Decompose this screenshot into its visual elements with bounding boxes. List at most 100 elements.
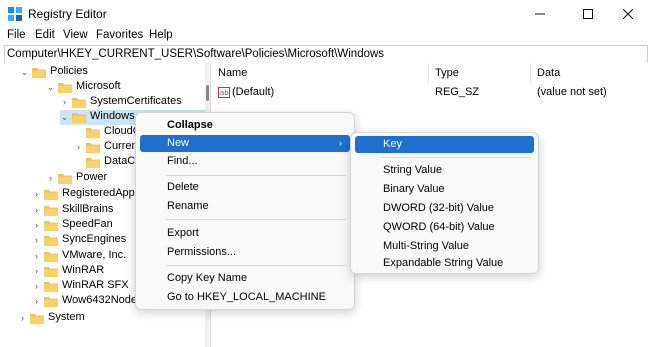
tree-item-label: System — [48, 311, 85, 323]
menu-rename[interactable]: Rename — [140, 198, 350, 215]
menu-separator — [166, 265, 346, 266]
submenu-string-value[interactable]: String Value — [355, 162, 534, 179]
chevron-down-icon[interactable]: ⌄ — [46, 82, 55, 92]
submenu-qword-value[interactable]: QWORD (64-bit) Value — [355, 219, 534, 236]
chevron-right-icon[interactable]: › — [32, 296, 41, 306]
folder-icon — [44, 297, 58, 307]
tree-item-systemcertificates[interactable]: › SystemCertificates — [60, 95, 205, 110]
tree-item-label: WinRAR SFX — [62, 279, 129, 291]
submenu-key[interactable]: Key — [355, 136, 534, 153]
column-divider[interactable] — [530, 63, 531, 83]
folder-icon — [86, 128, 100, 138]
chevron-right-icon[interactable]: › — [18, 313, 27, 323]
menu-favorites[interactable]: Favorites — [96, 29, 143, 41]
column-divider[interactable] — [428, 63, 429, 83]
tree-item-label: Policies — [50, 65, 88, 77]
folder-icon — [44, 190, 58, 200]
menu-export[interactable]: Export — [140, 225, 350, 242]
menu-bar: File Edit View Favorites Help — [0, 28, 650, 44]
folder-icon — [72, 98, 86, 108]
folder-icon — [44, 206, 58, 216]
folder-icon — [44, 221, 58, 231]
menu-copy-key-name[interactable]: Copy Key Name — [140, 270, 350, 287]
close-icon — [623, 9, 633, 19]
folder-icon — [44, 282, 58, 292]
tree-item-system[interactable]: › System — [18, 311, 205, 326]
chevron-down-icon[interactable]: ⌄ — [60, 112, 69, 122]
menu-find[interactable]: Find... — [140, 153, 350, 170]
menu-help[interactable]: Help — [149, 29, 173, 41]
tree-item-label: Windows — [90, 110, 135, 122]
minimize-icon — [535, 13, 545, 15]
registry-editor-icon — [8, 7, 22, 21]
chevron-right-icon[interactable]: › — [32, 220, 41, 230]
chevron-right-icon[interactable]: › — [46, 173, 55, 183]
svg-text:ab: ab — [220, 89, 229, 97]
menu-view[interactable]: View — [63, 29, 88, 41]
chevron-right-icon[interactable]: › — [32, 266, 41, 276]
chevron-right-icon[interactable]: › — [32, 235, 41, 245]
value-row[interactable]: ab (Default) REG_SZ (value not set) — [211, 86, 650, 101]
chevron-right-icon[interactable]: › — [32, 189, 41, 199]
close-button[interactable] — [606, 0, 650, 28]
column-type-header[interactable]: Type — [435, 67, 459, 79]
menu-edit[interactable]: Edit — [35, 29, 55, 41]
context-menu: Collapse New › Find... Delete Rename Exp… — [135, 112, 355, 310]
submenu-multi-string-value[interactable]: Multi-String Value — [355, 238, 534, 255]
value-data: (value not set) — [537, 86, 607, 98]
tree-item-label: RegisteredAppli — [62, 187, 140, 199]
address-path: Computer\HKEY_CURRENT_USER\Software\Poli… — [7, 48, 385, 60]
window-title: Registry Editor — [28, 7, 107, 21]
folder-icon — [44, 267, 58, 277]
value-type: REG_SZ — [435, 86, 480, 98]
folder-icon — [86, 158, 100, 168]
submenu-dword-value[interactable]: DWORD (32-bit) Value — [355, 200, 534, 217]
tree-item-policies[interactable]: ⌄ Policies — [20, 65, 205, 80]
menu-new[interactable]: New › — [140, 135, 350, 152]
menu-delete[interactable]: Delete — [140, 179, 350, 196]
column-data-header[interactable]: Data — [537, 67, 560, 79]
chevron-right-icon[interactable]: › — [32, 205, 41, 215]
menu-collapse[interactable]: Collapse — [140, 117, 350, 134]
folder-icon — [44, 236, 58, 246]
folder-icon — [30, 314, 44, 324]
folder-icon — [58, 83, 72, 93]
minimize-button[interactable] — [518, 0, 562, 28]
tree-item-label: SpeedFan — [62, 218, 113, 230]
tree-item-label: Microsoft — [76, 80, 121, 92]
menu-file[interactable]: File — [7, 29, 26, 41]
chevron-right-icon[interactable]: › — [32, 251, 41, 261]
string-value-icon: ab — [218, 87, 230, 98]
chevron-right-icon[interactable]: › — [60, 97, 69, 107]
scrollbar-thumb[interactable] — [206, 85, 209, 101]
folder-icon — [32, 68, 46, 78]
tree-item-label: SkillBrains — [62, 203, 114, 215]
maximize-button[interactable] — [566, 0, 610, 28]
tree-item-microsoft[interactable]: ⌄ Microsoft — [46, 80, 205, 95]
submenu-expandable-string-value[interactable]: Expandable String Value — [355, 255, 534, 272]
folder-icon — [44, 252, 58, 262]
chevron-right-icon: › — [339, 138, 342, 148]
maximize-icon — [583, 9, 593, 19]
menu-separator — [166, 175, 346, 176]
folder-open-icon — [72, 113, 86, 123]
folder-icon — [86, 143, 100, 153]
tree-item-label: SyncEngines — [62, 233, 127, 245]
menu-separator — [166, 219, 346, 220]
menu-permissions[interactable]: Permissions... — [140, 244, 350, 261]
tree-item-label: VMware, Inc. — [62, 249, 127, 261]
tree-item-label: Power — [76, 171, 108, 183]
new-submenu: Key String Value Binary Value DWORD (32-… — [350, 132, 539, 274]
submenu-binary-value[interactable]: Binary Value — [355, 181, 534, 198]
column-name-header[interactable]: Name — [218, 67, 247, 79]
tree-item-label: Curren — [104, 140, 138, 152]
chevron-right-icon[interactable]: › — [32, 281, 41, 291]
address-bar[interactable]: Computer\HKEY_CURRENT_USER\Software\Poli… — [4, 45, 648, 65]
menu-goto-hklm[interactable]: Go to HKEY_LOCAL_MACHINE — [140, 289, 350, 306]
chevron-right-icon[interactable]: › — [74, 142, 83, 152]
chevron-down-icon[interactable]: ⌄ — [20, 67, 29, 77]
tree-item-label: WinRAR — [62, 264, 105, 276]
value-name: (Default) — [232, 86, 275, 98]
